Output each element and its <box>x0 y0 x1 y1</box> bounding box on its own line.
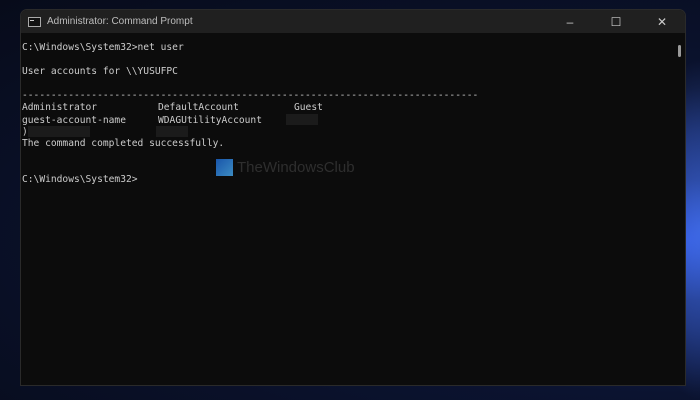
accounts-header: User accounts for \\YUSUFPC <box>22 66 178 77</box>
redacted-account <box>155 126 188 137</box>
close-button[interactable]: ✕ <box>639 15 685 29</box>
account-name: WDAGUtilityAccount <box>158 114 262 126</box>
scrollbar-thumb[interactable] <box>678 45 681 57</box>
watermark-text: TheWindowsClub <box>237 159 355 176</box>
window-title: Administrator: Command Prompt <box>47 16 193 27</box>
windowsclub-logo-icon <box>216 159 233 176</box>
separator: ----------------------------------------… <box>22 90 479 101</box>
result-message: The command completed successfully. <box>22 138 225 149</box>
redacted-account <box>27 126 90 137</box>
account-name: guest-account-name <box>22 114 126 126</box>
redacted-account <box>286 114 318 125</box>
account-name: Administrator <box>22 102 98 113</box>
account-name: Guest <box>294 102 323 113</box>
title-bar: Administrator: Command Prompt – ☐ ✕ <box>21 10 685 33</box>
cmd-icon <box>28 16 41 27</box>
watermark: TheWindowsClub <box>216 159 355 176</box>
maximize-button[interactable]: ☐ <box>593 15 639 29</box>
command-line: C:\Windows\System32>net user <box>22 42 184 53</box>
command-prompt-window: Administrator: Command Prompt – ☐ ✕ C:\W… <box>20 9 686 386</box>
account-name: DefaultAccount <box>158 102 239 113</box>
minimize-button[interactable]: – <box>547 15 593 29</box>
